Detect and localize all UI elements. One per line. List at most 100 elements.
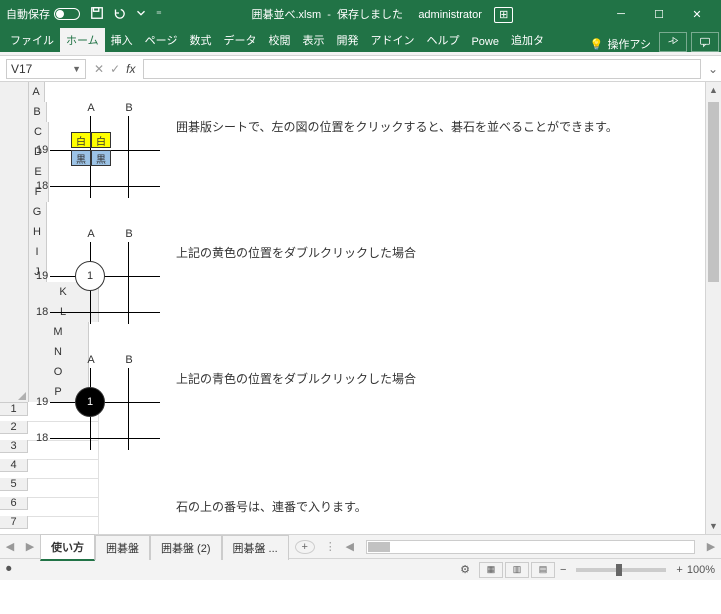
normal-view-button[interactable]: ▦ <box>479 562 503 578</box>
undo-icon[interactable] <box>112 6 126 23</box>
black-stone[interactable]: 1 <box>75 387 105 417</box>
zoom-slider[interactable] <box>576 568 666 572</box>
vertical-scrollbar[interactable]: ▲ ▼ <box>705 82 721 534</box>
display-settings-icon[interactable]: ⚙ <box>460 563 470 576</box>
formula-expand-icon[interactable]: ⌄ <box>705 62 721 76</box>
account-icon[interactable]: ⊞ <box>494 7 513 23</box>
hscroll-left[interactable]: ◀ <box>340 540 360 553</box>
scroll-up-icon[interactable]: ▲ <box>706 82 721 98</box>
page-break-view-button[interactable]: ▤ <box>531 562 555 578</box>
row-header[interactable]: 3 <box>0 440 28 453</box>
redo-dropdown-icon[interactable] <box>134 6 148 23</box>
tab-help[interactable]: ヘルプ <box>420 28 465 52</box>
cell[interactable] <box>28 516 99 534</box>
row-header[interactable]: 6 <box>0 497 28 510</box>
window-title: 囲碁並べ.xlsm - 保存しました administrator ⊞ <box>162 6 603 22</box>
page-layout-view-button[interactable]: ▥ <box>505 562 529 578</box>
hscroll-right[interactable]: ▶ <box>701 540 721 553</box>
tab-data[interactable]: データ <box>217 28 262 52</box>
go-row-label: 19 <box>36 144 48 156</box>
toggle-icon <box>54 8 80 20</box>
cell[interactable] <box>28 478 99 497</box>
col-header[interactable]: B <box>29 102 47 122</box>
sheet-nav-next[interactable]: ▶ <box>20 540 40 553</box>
tab-file[interactable]: ファイル <box>4 28 60 52</box>
sheet-tab[interactable]: 使い方 <box>40 534 95 561</box>
tab-review[interactable]: 校閲 <box>262 28 296 52</box>
row-header[interactable]: 5 <box>0 478 28 491</box>
close-button[interactable]: ✕ <box>679 2 715 26</box>
fx-icon[interactable]: fx <box>126 62 135 76</box>
tab-formulas[interactable]: 数式 <box>183 28 217 52</box>
tab-page[interactable]: ページ <box>139 28 184 52</box>
row-header[interactable]: 7 <box>0 516 28 529</box>
stone-marker-black[interactable]: 黒 <box>91 150 111 166</box>
row-header[interactable]: 1 <box>0 403 28 416</box>
sheet-tab-bar: ◀ ▶ 使い方 囲碁盤 囲碁盤 (2) 囲碁盤 ... + ⋮ ◀ ▶ <box>0 534 721 558</box>
cell[interactable] <box>28 459 99 478</box>
macro-record-icon[interactable]: ⏺ <box>6 563 12 576</box>
go-col-label: A <box>84 354 98 366</box>
scroll-down-icon[interactable]: ▼ <box>706 518 721 534</box>
sheet-tab[interactable]: 囲碁盤 <box>95 535 150 560</box>
row-header[interactable]: 4 <box>0 459 28 472</box>
col-header[interactable]: H <box>29 222 47 242</box>
tell-me-search[interactable]: 💡 操作アシ <box>584 36 657 52</box>
zoom-in-button[interactable]: + <box>676 564 682 576</box>
go-col-label: A <box>84 228 98 240</box>
col-header[interactable]: O <box>29 362 89 382</box>
stone-marker-white[interactable]: 白 <box>71 132 91 148</box>
tab-view[interactable]: 表示 <box>296 28 330 52</box>
col-header[interactable]: E <box>29 162 49 182</box>
tab-developer[interactable]: 開発 <box>330 28 364 52</box>
quick-access-toolbar: ⁼ <box>90 6 162 23</box>
ribbon-tabs: ファイル ホーム 挿入 ページ 数式 データ 校閲 表示 開発 アドイン ヘルプ… <box>0 28 721 52</box>
stone-marker-white[interactable]: 白 <box>91 132 111 148</box>
enter-formula-icon[interactable]: ✓ <box>110 62 120 76</box>
formula-input[interactable] <box>143 59 701 79</box>
save-icon[interactable] <box>90 6 104 23</box>
maximize-button[interactable]: ☐ <box>641 2 677 26</box>
sheet-nav-prev[interactable]: ◀ <box>0 540 20 553</box>
sheet-tab[interactable]: 囲碁盤 ... <box>222 535 289 560</box>
name-box[interactable]: V17 ▼ <box>6 59 86 79</box>
chevron-down-icon: ▼ <box>72 64 81 74</box>
tab-power[interactable]: Powe <box>465 32 505 52</box>
sequential-note: 石の上の番号は、連番で入ります。 <box>176 498 367 515</box>
share-button[interactable] <box>659 32 687 52</box>
tab-insert[interactable]: 挿入 <box>105 28 139 52</box>
autosave-toggle[interactable]: 自動保存 <box>6 6 80 22</box>
add-sheet-button[interactable]: + <box>295 540 315 554</box>
sheet-tab[interactable]: 囲碁盤 (2) <box>150 535 222 560</box>
row-header[interactable]: 2 <box>0 421 28 434</box>
zoom-level[interactable]: 100% <box>687 564 715 576</box>
status-bar: ⏺ ⚙ ▦ ▥ ▤ − + 100% <box>0 558 721 580</box>
select-all-corner[interactable] <box>0 82 28 402</box>
diagram-description: 囲碁版シートで、左の図の位置をクリックすると、碁石を並べることができます。 <box>176 118 618 135</box>
col-header[interactable]: C <box>29 122 49 142</box>
zoom-out-button[interactable]: − <box>560 564 566 576</box>
white-stone[interactable]: 1 <box>75 261 105 291</box>
horizontal-scrollbar[interactable] <box>366 540 695 554</box>
go-col-label: B <box>122 354 136 366</box>
col-header[interactable]: N <box>29 342 89 362</box>
titlebar: 自動保存 ⁼ 囲碁並べ.xlsm - 保存しました administrator … <box>0 0 721 28</box>
cell[interactable] <box>28 497 99 516</box>
autosave-label: 自動保存 <box>6 6 50 22</box>
minimize-button[interactable]: ─ <box>603 2 639 26</box>
tab-extra[interactable]: 追加タ <box>505 28 550 52</box>
stone-marker-black[interactable]: 黒 <box>71 150 91 166</box>
col-header[interactable]: M <box>29 322 89 342</box>
scroll-thumb[interactable] <box>708 102 719 282</box>
col-header[interactable]: I <box>29 242 47 262</box>
tab-home[interactable]: ホーム <box>60 28 105 52</box>
cancel-formula-icon[interactable]: ✕ <box>94 62 104 76</box>
scroll-thumb[interactable] <box>368 542 390 552</box>
go-row-label: 18 <box>36 306 48 318</box>
col-header[interactable]: G <box>29 202 47 222</box>
go-col-label: B <box>122 102 136 114</box>
col-header[interactable]: A <box>29 82 45 102</box>
tab-addins[interactable]: アドイン <box>364 28 420 52</box>
diagram-description: 上記の黄色の位置をダブルクリックした場合 <box>176 244 416 261</box>
comments-button[interactable] <box>691 32 719 52</box>
